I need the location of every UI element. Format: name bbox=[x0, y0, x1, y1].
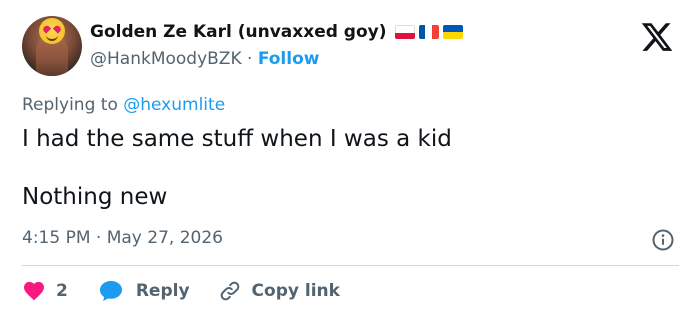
author-handle[interactable]: @HankMoodyBZK bbox=[90, 49, 242, 69]
tweet-card: Golden Ze Karl (unvaxxed goy) @HankMoody… bbox=[0, 0, 700, 318]
heart-icon bbox=[24, 281, 44, 301]
avatar[interactable] bbox=[22, 16, 82, 76]
copy-link-label: Copy link bbox=[251, 281, 340, 301]
tweet-timestamp[interactable]: 4:15 PM · May 27, 2026 bbox=[22, 228, 223, 248]
info-icon[interactable] bbox=[651, 228, 675, 252]
link-icon bbox=[220, 281, 239, 301]
action-bar: 2 Reply Copy link bbox=[22, 277, 340, 305]
ukraine-flag-icon bbox=[442, 25, 463, 39]
reply-label: Reply bbox=[135, 281, 190, 301]
replying-to: Replying to @hexumlite bbox=[22, 95, 225, 115]
author-flags bbox=[394, 25, 463, 39]
tweet-text: I had the same stuff when I was a kid No… bbox=[22, 125, 452, 212]
replying-to-prefix: Replying to bbox=[22, 95, 124, 115]
tweet-text-line: I had the same stuff when I was a kid bbox=[22, 126, 452, 152]
author-display-name[interactable]: Golden Ze Karl (unvaxxed goy) bbox=[90, 22, 387, 42]
author-name-row: Golden Ze Karl (unvaxxed goy) bbox=[90, 22, 463, 42]
replying-to-mention[interactable]: @hexumlite bbox=[123, 95, 225, 115]
tweet-text-line: Nothing new bbox=[22, 184, 168, 210]
france-flag-icon bbox=[418, 25, 439, 39]
speech-bubble-icon bbox=[99, 281, 122, 301]
like-count: 2 bbox=[56, 281, 68, 301]
copy-link-button[interactable]: Copy link bbox=[218, 279, 340, 303]
poland-flag-icon bbox=[394, 25, 415, 39]
x-logo-icon[interactable] bbox=[638, 20, 676, 54]
follow-button[interactable]: Follow bbox=[258, 49, 320, 69]
like-button[interactable]: 2 bbox=[22, 279, 68, 303]
author-handle-row: @HankMoodyBZK · Follow bbox=[90, 49, 319, 69]
reply-button[interactable]: Reply bbox=[98, 279, 190, 303]
divider bbox=[22, 265, 679, 266]
handle-separator: · bbox=[247, 49, 253, 69]
